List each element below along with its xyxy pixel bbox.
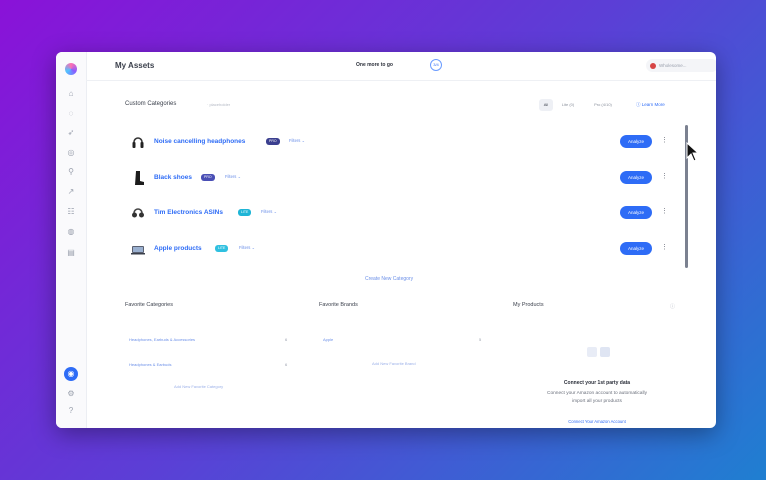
filters-dropdown[interactable]: Filters ⌄ [225, 174, 241, 179]
category-badge: PRO [266, 138, 280, 145]
more-options-icon[interactable]: ⋮ [661, 205, 668, 219]
more-options-icon[interactable]: ⋮ [661, 241, 668, 255]
my-products-title: My Products [513, 302, 544, 308]
top-header: My Assets One more to go 3/4 Wholesome..… [86, 52, 716, 81]
analyze-button[interactable]: Analyze [620, 171, 652, 184]
connect-data-description: Connect your Amazon account to automatic… [547, 391, 647, 404]
shoe-thumbnail [135, 171, 144, 185]
trend-icon[interactable]: ↗ [66, 187, 76, 197]
tab-pro[interactable]: Pro (4/10) [585, 99, 621, 111]
help-icon[interactable]: ? [66, 406, 76, 416]
add-favorite-brand-link[interactable]: Add New Favorite Brand [372, 361, 416, 366]
custom-categories-title: Custom Categories [125, 101, 177, 107]
favorite-category-item[interactable]: Headphones & Earbuds [129, 362, 171, 367]
category-name[interactable]: Noise cancelling headphones [154, 138, 245, 145]
category-row[interactable]: Black shoes PRO Filters ⌄ Analyze ⋮ [125, 165, 685, 191]
favorite-category-item[interactable]: Headphones, Earbuds & Accessories [129, 337, 195, 342]
analyze-button[interactable]: Analyze [620, 242, 652, 255]
filters-dropdown[interactable]: Filters ⌄ [289, 138, 305, 143]
products-illustration [587, 347, 610, 357]
home-icon[interactable]: ⌂ [66, 89, 76, 99]
search-icon[interactable]: ◌ [66, 109, 76, 119]
filters-dropdown[interactable]: Filters ⌄ [261, 209, 277, 214]
magnifier-icon[interactable]: ⚲ [66, 167, 76, 177]
page-title: My Assets [115, 61, 155, 70]
create-new-category-link[interactable]: Create New Category [365, 276, 413, 282]
user-name: Wholesome... [659, 63, 687, 68]
info-icon[interactable]: ⓘ [670, 303, 675, 310]
category-row[interactable]: Tim Electronics ASINs LITE Filters ⌄ Ana… [125, 200, 685, 226]
favorite-category-count: 6 [285, 362, 288, 367]
assets-icon[interactable]: ◉ [64, 367, 78, 381]
more-options-icon[interactable]: ⋮ [661, 170, 668, 184]
gear-icon[interactable]: ⚙ [66, 389, 76, 399]
globe-icon[interactable]: ◍ [66, 227, 76, 237]
favorite-categories-title: Favorite Categories [125, 302, 173, 308]
favorite-brand-item[interactable]: Apple [323, 337, 333, 342]
analyze-button[interactable]: Analyze [620, 206, 652, 219]
favorite-brand-count: 5 [479, 337, 482, 342]
connect-data-title: Connect your 1st party data [563, 380, 631, 386]
category-name[interactable]: Apple products [154, 245, 202, 252]
app-window: ⌂ ◌ ➶ ◎ ⚲ ↗ ☷ ◍ ▤ ◉ ⚙ ? My Assets One mo… [56, 52, 716, 428]
category-badge: LITE [238, 209, 252, 216]
user-menu[interactable]: Wholesome... [646, 59, 716, 72]
target-icon[interactable]: ◎ [66, 148, 76, 158]
category-row[interactable]: Apple products LITE Filters ⌄ Analyze ⋮ [125, 236, 685, 262]
category-name[interactable]: Tim Electronics ASINs [154, 209, 223, 216]
learn-more-link[interactable]: ⓘ Learn More [636, 99, 665, 111]
headphones-thumbnail [132, 208, 144, 218]
category-row[interactable]: Noise cancelling headphones PRO Filters … [125, 129, 685, 155]
tab-lite[interactable]: Lite (0) [557, 99, 579, 111]
favorite-category-count: 6 [285, 337, 288, 342]
more-options-icon[interactable]: ⋮ [661, 134, 668, 148]
custom-categories-subtitle: · placeholder [207, 102, 231, 107]
favorite-brands-title: Favorite Brands [319, 302, 358, 308]
mouse-cursor-icon [686, 142, 700, 162]
laptop-thumbnail [131, 246, 145, 255]
category-badge: PRO [201, 174, 215, 181]
goal-progress-text: One more to go [356, 62, 393, 68]
sidebar: ⌂ ◌ ➶ ◎ ⚲ ↗ ☷ ◍ ▤ ◉ ⚙ ? [56, 52, 87, 428]
connect-amazon-account-link[interactable]: Connect Your Amazon Account [537, 419, 657, 424]
rocket-icon[interactable]: ➶ [66, 128, 76, 138]
headphones-thumbnail [132, 137, 144, 148]
users-icon[interactable]: ☷ [66, 207, 76, 217]
category-name[interactable]: Black shoes [154, 174, 192, 181]
flag-icon [650, 62, 656, 69]
category-badge: LITE [215, 245, 229, 252]
goal-progress-badge[interactable]: 3/4 [430, 59, 442, 71]
chart-icon[interactable]: ▤ [66, 248, 76, 258]
tab-all[interactable]: All [539, 99, 553, 111]
add-favorite-category-link[interactable]: Add New Favorite Category [174, 384, 223, 389]
analyze-button[interactable]: Analyze [620, 135, 652, 148]
app-logo[interactable] [65, 63, 77, 75]
filters-dropdown[interactable]: Filters ⌄ [239, 245, 255, 250]
